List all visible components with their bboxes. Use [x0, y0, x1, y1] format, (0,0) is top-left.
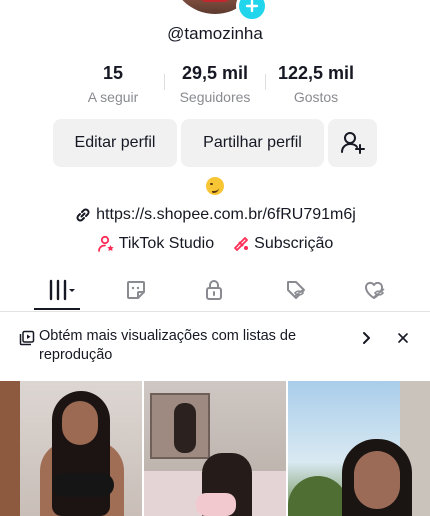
stat-followers-label: Seguidores: [179, 89, 251, 105]
tab-private[interactable]: [196, 274, 232, 306]
stat-likes-value: 122,5 mil: [277, 63, 355, 83]
video-grid: [0, 381, 430, 516]
lock-icon: [206, 280, 222, 300]
profile-avatar[interactable]: [170, 0, 268, 22]
thumbnail-image: [354, 451, 400, 509]
bio-link[interactable]: https://s.shopee.com.br/6fRU791m6j: [0, 206, 430, 224]
playlist-banner[interactable]: Obtém mais visualizações com listas de r…: [0, 322, 430, 372]
stat-followers-value: 29,5 mil: [181, 63, 249, 83]
profile-stats: 15 A seguir 29,5 mil Seguidores 122,5 mi…: [0, 62, 430, 108]
thumbnail-image: [52, 473, 114, 497]
bio-link-text: https://s.shopee.com.br/6fRU791m6j: [96, 206, 356, 223]
stat-followers[interactable]: 29,5 mil Seguidores: [165, 62, 265, 108]
add-avatar-icon[interactable]: [236, 0, 268, 22]
username: @tamozinha: [167, 24, 263, 43]
video-thumbnail[interactable]: [288, 381, 430, 516]
heart-slash-icon: [365, 281, 385, 299]
stat-likes-label: Gostos: [293, 89, 339, 105]
tab-stickers[interactable]: [118, 274, 154, 306]
close-icon[interactable]: [396, 330, 410, 346]
tab-liked[interactable]: [356, 274, 392, 306]
edit-profile-button[interactable]: Editar perfil: [53, 119, 177, 167]
active-tab-indicator: [34, 308, 80, 310]
thumbnail-image: [174, 403, 196, 453]
studio-person-icon: [97, 235, 114, 252]
tab-videos[interactable]: [36, 274, 80, 306]
chevron-right-icon[interactable]: [359, 330, 373, 346]
videos-grid-icon: [49, 279, 75, 301]
tiktok-studio-link[interactable]: TikTok Studio: [97, 235, 214, 253]
banner-text: Obtém mais visualizações com listas de r…: [39, 328, 297, 363]
stat-following-label: A seguir: [87, 89, 139, 105]
stat-following[interactable]: 15 A seguir: [63, 62, 163, 108]
profile-tabs: [0, 268, 430, 312]
share-profile-button[interactable]: Partilhar perfil: [181, 119, 324, 167]
eye-slash-tag-icon: [287, 281, 305, 299]
subscription-label: Subscrição: [254, 235, 334, 252]
profile-shortcuts: TikTok Studio Subscrição: [0, 235, 430, 253]
tab-hidden-tags[interactable]: [278, 274, 314, 306]
thumbnail-image: [0, 381, 20, 516]
video-thumbnail[interactable]: [0, 381, 142, 516]
thumbnail-image: [288, 476, 348, 516]
add-user-icon: [340, 132, 365, 154]
playlist-icon: [19, 330, 35, 346]
smirk-emoji-icon: [206, 177, 224, 195]
sticker-icon: [127, 281, 145, 299]
stat-likes[interactable]: 122,5 mil Gostos: [266, 62, 366, 108]
thumbnail-image: [62, 401, 98, 445]
bio-emoji: [0, 177, 430, 200]
subscription-link[interactable]: Subscrição: [232, 235, 333, 253]
add-friends-button[interactable]: [328, 119, 377, 167]
tiktok-studio-label: TikTok Studio: [118, 235, 215, 252]
link-icon: [76, 208, 90, 222]
thumbnail-image: [196, 493, 236, 516]
video-thumbnail[interactable]: [144, 381, 286, 516]
stat-following-value: 15: [102, 63, 124, 83]
subscription-icon: [234, 237, 249, 251]
profile-actions: Editar perfil Partilhar perfil: [0, 119, 430, 167]
